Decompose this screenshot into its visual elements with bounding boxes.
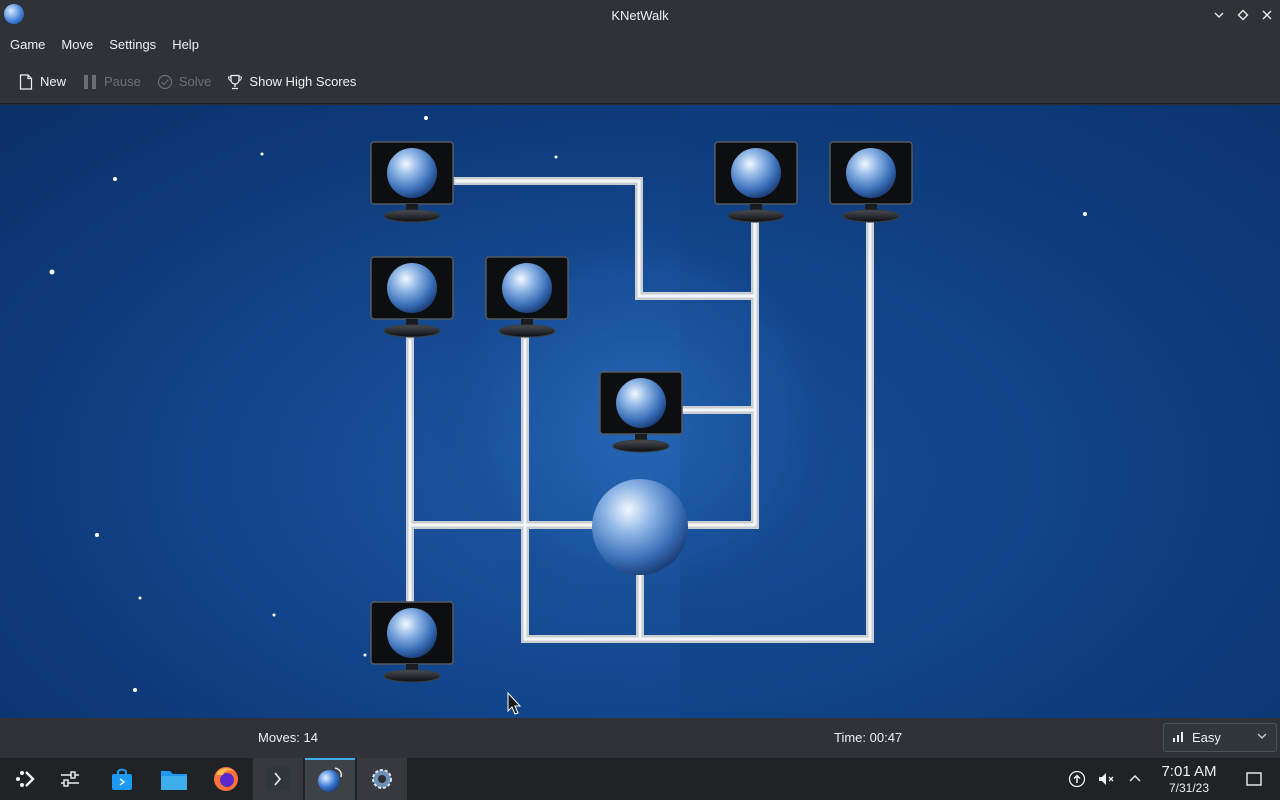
firefox-icon: [214, 767, 238, 791]
new-document-icon: [18, 73, 34, 90]
new-label: New: [40, 74, 67, 89]
window-controls: [1210, 0, 1276, 30]
folder-icon: [161, 771, 187, 790]
firefox-button[interactable]: [201, 758, 251, 800]
volume-muted-icon[interactable]: [1095, 768, 1117, 790]
terminal-icon: [266, 767, 290, 791]
shopping-bag-icon: [112, 768, 132, 790]
minimize-icon[interactable]: [1210, 6, 1228, 24]
pause-label: Pause: [104, 74, 141, 89]
menubar: Game Move Settings Help: [0, 30, 1280, 60]
gear-icon: [372, 769, 392, 789]
sliders-icon: [61, 771, 79, 787]
statusbar: Moves: 14 Time: 00:47 Easy: [0, 718, 1280, 758]
checkmark-circle-icon: [157, 74, 173, 90]
toolbar: New Pause Solve Show High Scores: [0, 60, 1280, 104]
close-icon[interactable]: [1258, 6, 1276, 24]
game-board[interactable]: [0, 105, 1280, 718]
window-titlebar[interactable]: KNetWalk: [0, 0, 1280, 30]
terminal-monitor-4[interactable]: [370, 256, 454, 338]
pause-button[interactable]: Pause: [74, 67, 149, 97]
terminal-task-button[interactable]: [253, 758, 303, 800]
menu-game[interactable]: Game: [2, 30, 53, 60]
discover-store-button[interactable]: [97, 758, 147, 800]
chevron-down-icon: [1256, 730, 1268, 745]
knetwalk-icon: [318, 767, 342, 792]
system-settings-mixer-button[interactable]: [45, 758, 95, 800]
knetwalk-app-icon[interactable]: [4, 4, 24, 24]
mouse-cursor-icon: [507, 691, 522, 715]
show-high-scores-button[interactable]: Show High Scores: [219, 67, 364, 97]
terminal-monitor-1[interactable]: [370, 141, 454, 223]
system-settings-task-button[interactable]: [357, 758, 407, 800]
menu-help[interactable]: Help: [164, 30, 207, 60]
menu-settings[interactable]: Settings: [101, 30, 164, 60]
file-manager-button[interactable]: [149, 758, 199, 800]
update-notifier-icon[interactable]: [1066, 768, 1088, 790]
maximize-icon[interactable]: [1234, 6, 1252, 24]
high-scores-label: Show High Scores: [249, 74, 357, 89]
knetwalk-task-button[interactable]: [305, 758, 355, 800]
new-game-button[interactable]: New: [10, 67, 74, 97]
moves-counter: Moves: 14: [258, 730, 318, 745]
application-launcher-button[interactable]: [0, 758, 50, 800]
time-counter: Time: 00:47: [834, 730, 903, 745]
menu-move[interactable]: Move: [53, 30, 101, 60]
server-globe[interactable]: [592, 479, 688, 575]
clock-time: 7:01 AM: [1161, 763, 1217, 780]
show-desktop-icon[interactable]: [1243, 768, 1265, 790]
difficulty-select[interactable]: Easy: [1163, 723, 1277, 752]
difficulty-value: Easy: [1192, 730, 1221, 745]
tray-expand-icon[interactable]: [1124, 768, 1146, 790]
pause-icon: [82, 74, 98, 90]
clock-date: 7/31/23: [1168, 781, 1210, 795]
window-title: KNetWalk: [611, 7, 669, 23]
solve-button[interactable]: Solve: [149, 67, 220, 97]
game-board-canvas[interactable]: [0, 105, 1280, 718]
taskbar: 7:01 AM 7/31/23: [0, 758, 1280, 800]
trophy-icon: [227, 74, 243, 90]
terminal-monitor-7[interactable]: [370, 601, 454, 683]
launcher-icon: [16, 771, 35, 787]
digital-clock[interactable]: 7:01 AM 7/31/23: [1150, 763, 1228, 795]
signal-bars-icon: [1172, 730, 1186, 745]
solve-label: Solve: [178, 74, 212, 89]
